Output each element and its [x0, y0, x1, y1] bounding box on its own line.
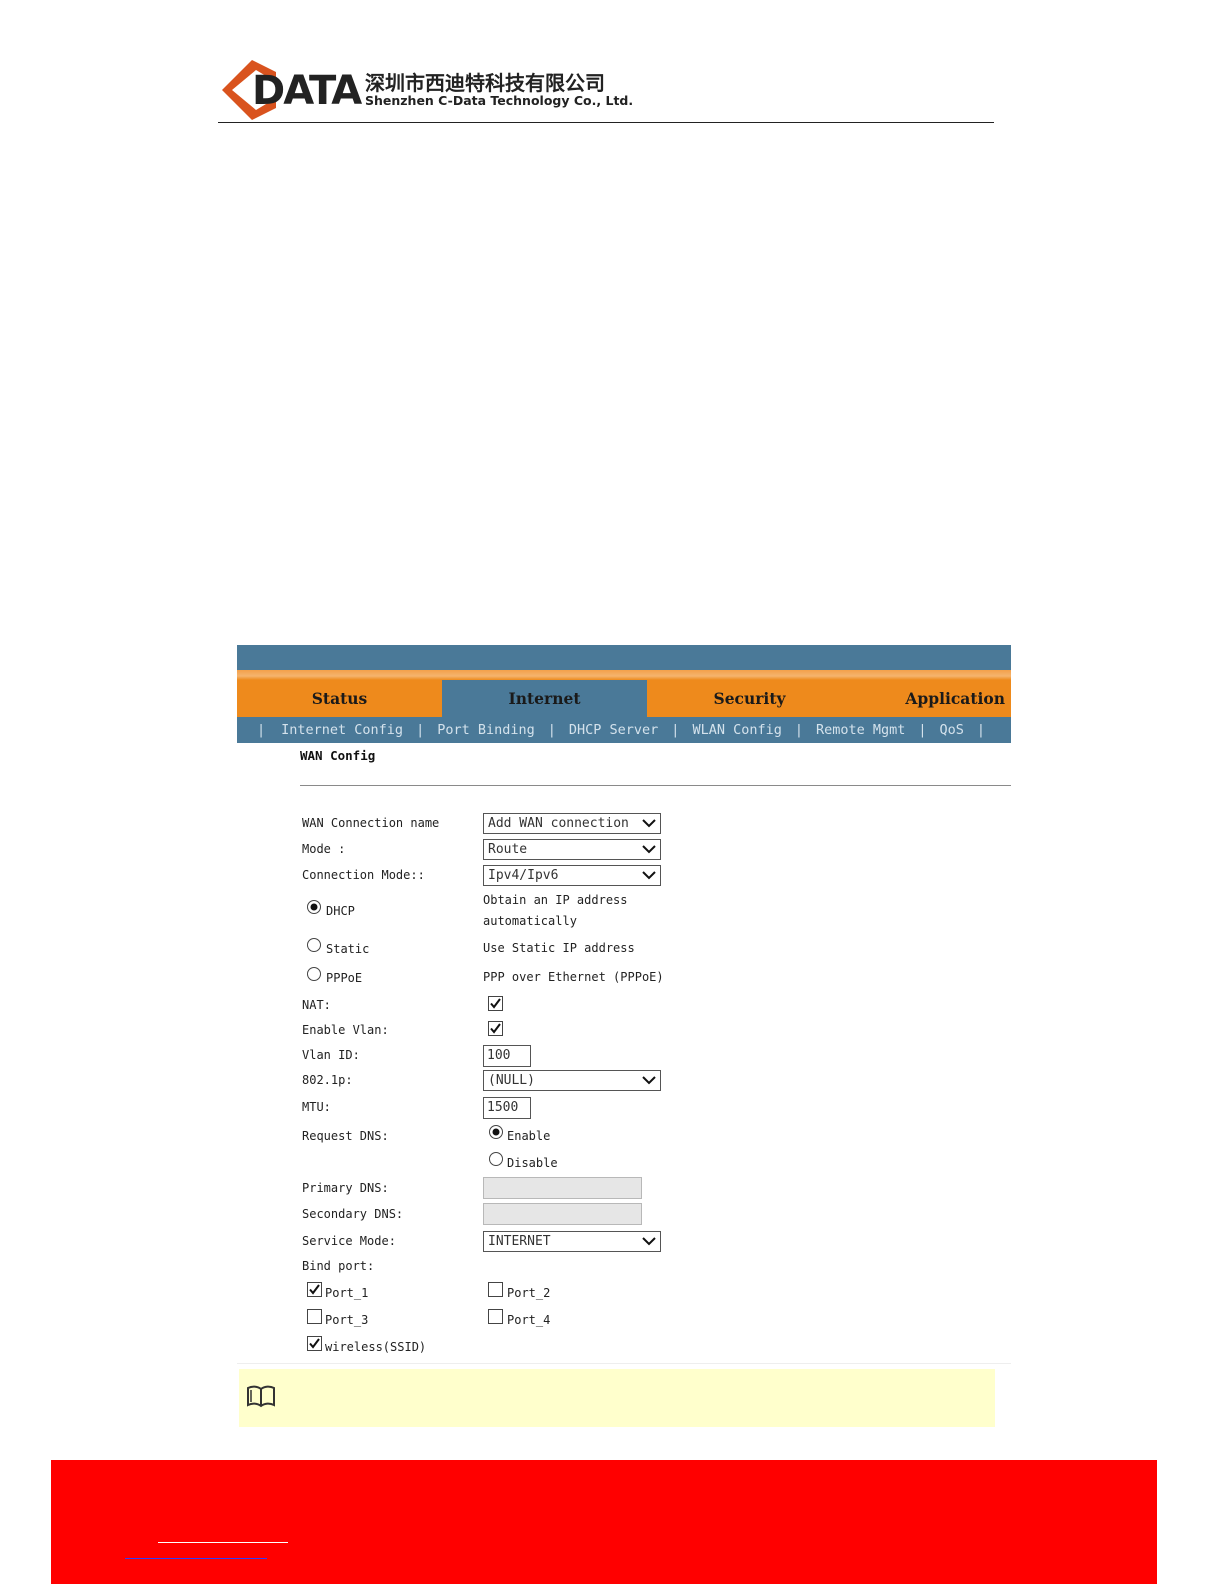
wan-connection-name-select[interactable]: Add WAN connection: [483, 813, 661, 834]
logo-wordmark: DATA: [252, 68, 362, 114]
note-divider: [237, 1363, 1011, 1364]
pppoe-description: PPP over Ethernet (PPPoE): [483, 970, 664, 984]
chevron-down-icon: [642, 819, 656, 828]
wireless-ssid-checkbox[interactable]: [307, 1336, 322, 1351]
mode-label: Mode :: [302, 842, 346, 856]
company-logo: DATA 深圳市西迪特科技有限公司 Shenzhen C-Data Techno…: [220, 56, 633, 122]
tab-security[interactable]: Security: [647, 680, 852, 717]
mode-value: Route: [488, 842, 528, 857]
request-dns-enable-label: Enable: [507, 1129, 551, 1143]
subnav-wlan-config[interactable]: WLAN Config: [692, 717, 781, 743]
secondary-dns-input[interactable]: [483, 1203, 642, 1225]
primary-dns-label: Primary DNS:: [302, 1181, 389, 1195]
subnav-remote-mgmt[interactable]: Remote Mgmt: [816, 717, 905, 743]
static-radio[interactable]: [306, 937, 322, 953]
connection-mode-value: Ipv4/Ipv6: [488, 868, 559, 883]
service-mode-label: Service Mode:: [302, 1234, 396, 1248]
secondary-dns-label: Secondary DNS:: [302, 1207, 404, 1221]
section-divider: [300, 785, 1011, 786]
port-4-label: Port_4: [507, 1313, 551, 1327]
dot1p-select[interactable]: (NULL): [483, 1070, 661, 1091]
dot1p-label: 802.1p:: [302, 1073, 353, 1087]
company-name-en: Shenzhen C-Data Technology Co., Ltd.: [365, 93, 634, 108]
subnav-internet-config[interactable]: Internet Config: [281, 717, 403, 743]
port-3-label: Port_3: [325, 1313, 369, 1327]
company-name-cn: 深圳市西迪特科技有限公司: [365, 71, 605, 95]
connection-mode-label: Connection Mode::: [302, 868, 425, 882]
vlan-id-input[interactable]: 100: [483, 1045, 531, 1067]
connection-mode-select[interactable]: Ipv4/Ipv6: [483, 865, 661, 886]
dot1p-value: (NULL): [488, 1073, 535, 1088]
request-dns-disable-label: Disable: [507, 1156, 558, 1170]
dhcp-description-line2: automatically: [483, 914, 577, 928]
nat-checkbox[interactable]: [488, 996, 503, 1011]
pppoe-radio[interactable]: [306, 966, 322, 982]
nat-label: NAT:: [302, 998, 331, 1012]
chevron-down-icon: [642, 845, 656, 854]
port-2-label: Port_2: [507, 1286, 551, 1300]
port-2-checkbox[interactable]: [488, 1282, 503, 1297]
router-screenshot: Status Internet Security Application | In…: [237, 645, 1011, 1427]
port-1-checkbox[interactable]: [307, 1282, 322, 1297]
static-description: Use Static IP address: [483, 941, 635, 955]
subnav-qos[interactable]: QoS: [940, 717, 964, 743]
mtu-input[interactable]: 1500: [483, 1097, 531, 1119]
tab-status[interactable]: Status: [237, 680, 442, 717]
mtu-label: MTU:: [302, 1100, 331, 1114]
static-label: Static: [326, 942, 370, 956]
primary-dns-input[interactable]: [483, 1177, 642, 1199]
request-dns-label: Request DNS:: [302, 1129, 389, 1143]
service-mode-value: INTERNET: [488, 1234, 551, 1249]
pppoe-label: PPPoE: [326, 971, 363, 985]
tab-application[interactable]: Application: [852, 680, 1011, 717]
dhcp-label: DHCP: [326, 904, 355, 918]
help-note: [239, 1369, 995, 1427]
footer-link-underline: [125, 1558, 267, 1559]
main-nav: Status Internet Security Application: [237, 680, 1011, 717]
port-4-checkbox[interactable]: [488, 1309, 503, 1324]
wireless-ssid-label: wireless(SSID): [325, 1340, 427, 1354]
dhcp-radio[interactable]: [306, 899, 322, 915]
book-icon: [247, 1385, 275, 1408]
request-dns-enable-radio[interactable]: [488, 1124, 504, 1140]
sub-nav: | Internet Config | Port Binding | DHCP Serve…: [237, 717, 1011, 743]
chevron-down-icon: [642, 1076, 656, 1085]
chevron-down-icon: [642, 871, 656, 880]
bind-port-label: Bind port:: [302, 1259, 375, 1273]
service-mode-select[interactable]: INTERNET: [483, 1231, 661, 1252]
tab-internet[interactable]: Internet: [442, 680, 647, 717]
enable-vlan-checkbox[interactable]: [488, 1021, 503, 1036]
port-1-label: Port_1: [325, 1286, 369, 1300]
footer-underline: [158, 1542, 288, 1543]
section-title: WAN Config: [300, 748, 376, 763]
chevron-down-icon: [642, 1237, 656, 1246]
enable-vlan-label: Enable Vlan:: [302, 1023, 389, 1037]
vlan-id-label: Vlan ID:: [302, 1048, 360, 1062]
footer-band: [51, 1460, 1157, 1584]
mode-select[interactable]: Route: [483, 839, 661, 860]
wan-connection-name-value: Add WAN connection: [488, 816, 629, 831]
subnav-dhcp-server[interactable]: DHCP Server: [569, 717, 658, 743]
router-top-bar: [237, 645, 1011, 680]
header-divider: [218, 122, 994, 123]
request-dns-disable-radio[interactable]: [488, 1151, 504, 1167]
subnav-port-binding[interactable]: Port Binding: [437, 717, 535, 743]
dhcp-description-line1: Obtain an IP address: [483, 893, 628, 907]
wan-connection-name-label: WAN Connection name: [302, 816, 440, 830]
port-3-checkbox[interactable]: [307, 1309, 322, 1324]
